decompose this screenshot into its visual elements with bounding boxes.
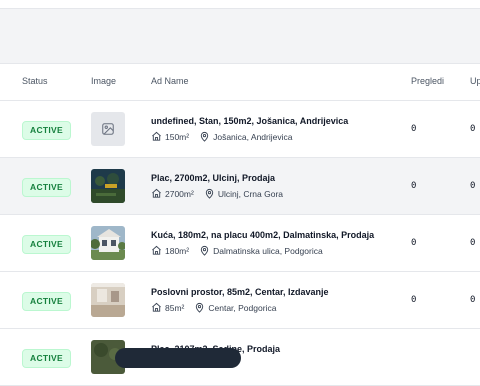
pregledi-count: 0 bbox=[411, 295, 417, 305]
ad-location: Centar, Podgorica bbox=[208, 302, 277, 313]
ad-title[interactable]: Poslovni prostor, 85m2, Centar, Izdavanj… bbox=[151, 287, 329, 297]
ad-meta: 85m² Centar, Podgorica bbox=[151, 302, 276, 313]
column-header-status[interactable]: Status bbox=[22, 76, 48, 86]
home-icon bbox=[151, 131, 162, 142]
status-badge: ACTIVE bbox=[22, 121, 71, 140]
ad-meta: 150m² Jošanica, Andrijevica bbox=[151, 131, 292, 142]
up-count: 0 bbox=[470, 238, 476, 248]
ad-meta: 180m² Dalmatinska ulica, Podgorica bbox=[151, 245, 323, 256]
status-badge: ACTIVE bbox=[22, 178, 71, 197]
table-header: Status Image Ad Name Pregledi Up bbox=[0, 64, 480, 101]
ad-title[interactable]: Plac, 2700m2, Ulcinj, Prodaja bbox=[151, 173, 275, 183]
ad-meta: 2700m² Ulcinj, Crna Gora bbox=[151, 188, 283, 199]
ad-area: 180m² bbox=[165, 245, 190, 256]
pregledi-count: 0 bbox=[411, 124, 417, 134]
location-pin-icon bbox=[194, 302, 205, 313]
ad-area: 85m² bbox=[165, 302, 185, 313]
column-header-pregledi[interactable]: Pregledi bbox=[411, 76, 444, 86]
up-count: 0 bbox=[470, 295, 476, 305]
ad-location: Dalmatinska ulica, Podgorica bbox=[213, 245, 323, 256]
toolbar-area bbox=[0, 9, 480, 63]
home-icon bbox=[151, 188, 162, 199]
location-pin-icon bbox=[199, 131, 210, 142]
up-count: 0 bbox=[470, 124, 476, 134]
ad-location: Jošanica, Andrijevica bbox=[213, 131, 293, 142]
house-photo bbox=[91, 226, 125, 260]
home-icon bbox=[151, 302, 162, 313]
ad-location: Ulcinj, Crna Gora bbox=[217, 188, 284, 199]
top-bar bbox=[0, 0, 480, 9]
table-row[interactable]: ACTIVE Kuća, 180m2, na placu 400m2, Dalm… bbox=[0, 215, 480, 272]
table-row[interactable]: ACTIVE Poslovni prostor, 85m2, Centar, I… bbox=[0, 272, 480, 329]
column-header-image[interactable]: Image bbox=[91, 76, 116, 86]
table-row[interactable]: ACTIVE Plac, 2700m2, Ulcinj, Prodaja 270… bbox=[0, 158, 480, 215]
ad-area: 2700m² bbox=[165, 188, 194, 199]
column-header-ad-name[interactable]: Ad Name bbox=[151, 76, 189, 86]
pregledi-count: 0 bbox=[411, 181, 417, 191]
ads-table: Status Image Ad Name Pregledi Up ACTIVE … bbox=[0, 63, 480, 386]
ad-area: 150m² bbox=[165, 131, 190, 142]
placeholder-image-icon bbox=[91, 112, 125, 146]
location-pin-icon bbox=[199, 245, 210, 256]
table-row[interactable]: ACTIVE undefined, Stan, 150m2, Jošanica,… bbox=[0, 101, 480, 158]
office-photo bbox=[91, 283, 125, 317]
land-photo bbox=[91, 169, 125, 203]
status-badge: ACTIVE bbox=[22, 235, 71, 254]
status-badge: ACTIVE bbox=[22, 292, 71, 311]
floating-toolbar[interactable] bbox=[115, 348, 241, 368]
location-pin-icon bbox=[204, 188, 215, 199]
status-badge: ACTIVE bbox=[22, 349, 71, 368]
column-header-up[interactable]: Up bbox=[470, 76, 480, 86]
ad-title[interactable]: undefined, Stan, 150m2, Jošanica, Andrij… bbox=[151, 116, 348, 126]
ad-title[interactable]: Kuća, 180m2, na placu 400m2, Dalmatinska… bbox=[151, 230, 374, 240]
home-icon bbox=[151, 245, 162, 256]
pregledi-count: 0 bbox=[411, 238, 417, 248]
up-count: 0 bbox=[470, 181, 476, 191]
